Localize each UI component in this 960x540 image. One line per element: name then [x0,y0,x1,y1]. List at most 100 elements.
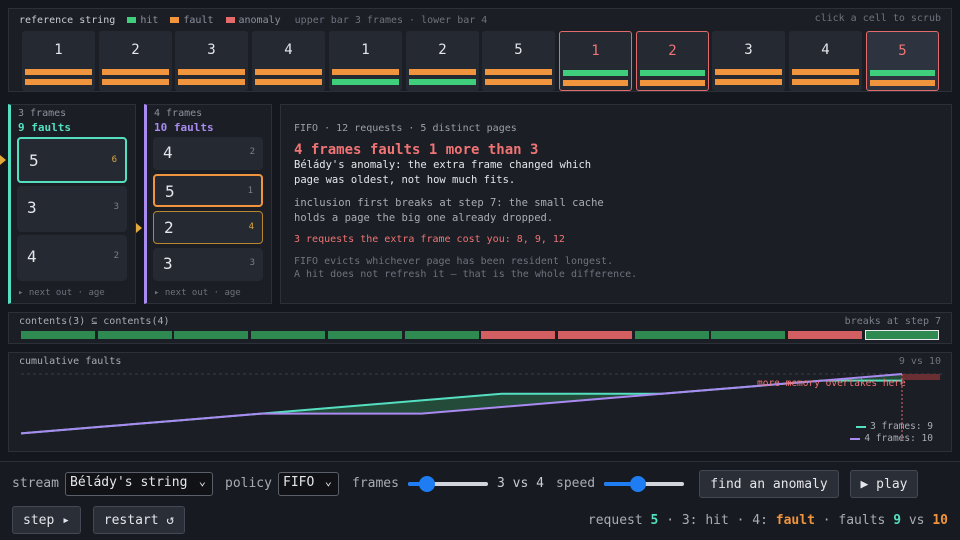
reference-cell-page: 2 [668,43,677,59]
explanation-title: 4 frames faults 1 more than 3 [294,142,539,158]
upper-result-bar [715,69,782,75]
policy-value: FIFO [283,475,315,490]
upper-result-bar [870,70,935,76]
frame-slot: 42 [17,235,127,281]
frames-value: 3 vs 4 [497,476,544,491]
lower-result-bar [792,79,859,85]
footnote-line-1: FIFO evicts whichever page has been resi… [294,256,614,267]
inclusion-step-holds [98,331,172,339]
frames-4-title: 4 frames [154,108,203,119]
frames-3-panel: 3 frames 9 faults 563342 ▸ next out · ag… [0,104,136,304]
legend-fault-label: fault [183,14,214,26]
reference-note: upper bar 3 frames · lower bar 4 [294,14,488,26]
explanation-meta: FIFO · 12 requests · 5 distinct pages [294,123,517,134]
status-four-prefix: 4: [752,513,768,528]
legend-fault: fault [170,14,214,26]
status-faults-prefix: faults [838,513,886,528]
restart-button[interactable]: restart ↺ [93,506,185,534]
reference-cells: 1 2 3 4 1 2 5 1 2 3 4 5 [22,31,941,91]
reference-cell-page: 2 [131,42,140,58]
footnote-line-2: A hit does not refresh it — that is the … [294,269,638,280]
speed-slider-knob[interactable] [630,476,646,492]
lower-result-bar [870,80,935,86]
upper-result-bar [409,69,476,75]
inclusion-step-holds [635,331,709,339]
frame-slot-age: 2 [113,251,119,261]
frame-slot-age: 2 [249,147,255,157]
reference-cell[interactable]: 5 [482,31,555,91]
frames-slider-knob[interactable] [419,476,435,492]
reference-cell[interactable]: 1 [22,31,95,91]
upper-result-bar [792,69,859,75]
reference-cell[interactable]: 2 [636,31,709,91]
find-anomaly-button[interactable]: find an anomaly [699,470,839,498]
reference-string-panel: reference string hit fault anomaly upper… [8,8,952,92]
upper-result-bar [255,69,322,75]
inclusion-step-holds [711,331,785,339]
anomaly-band [902,374,940,380]
inclusion-panel: contents(3) ⊆ contents(4) breaks at step… [8,312,952,344]
reference-cell[interactable]: 2 [406,31,479,91]
play-button[interactable]: ▶ play [850,470,918,498]
status-vs: vs [908,513,925,528]
explanation-panel: FIFO · 12 requests · 5 distinct pages 4 … [280,104,952,304]
frame-slot: 56 [17,137,127,183]
reference-cell[interactable]: 3 [175,31,248,91]
reference-title: reference string [19,14,116,26]
overtake-annotation: more memory overtakes here [757,378,906,389]
frame-slot-page: 2 [164,218,174,237]
frames-4-faults: 10 faults [154,121,214,134]
reference-cell[interactable]: 5 [866,31,939,91]
frames-4-panel: 4 frames 10 faults 42512433 ▸ next out ·… [136,104,272,304]
lower-result-bar [485,79,552,85]
speed-label: speed [556,476,596,491]
legend-4-label: 4 frames: 10 [864,433,933,444]
inclusion-step-breaks [865,330,939,340]
reference-cell[interactable]: 4 [252,31,325,91]
status-faults-3: 9 [893,513,902,528]
inclusion-step-breaks [481,331,555,339]
legend-4-frames: 4 frames: 10 [850,433,933,444]
chevron-down-icon: ⌄ [198,474,206,488]
frame-slot-age: 4 [248,222,254,232]
reference-cell[interactable]: 2 [99,31,172,91]
reference-cell[interactable]: 1 [329,31,402,91]
stream-select[interactable]: Bélády's string ⌄ [65,472,213,496]
frame-slot: 42 [153,137,263,170]
step-button[interactable]: step ▸ [12,506,81,534]
next-out-pointer-icon [136,222,142,233]
chevron-down-icon: ⌄ [324,474,332,488]
policy-select[interactable]: FIFO ⌄ [278,472,339,496]
reference-cell[interactable]: 1 [559,31,632,91]
upper-result-bar [563,70,628,76]
next-out-pointer-icon [0,155,6,165]
frames-slider[interactable] [408,476,488,492]
frames-3-footer: ▸ next out · age [18,288,105,298]
speed-slider[interactable] [604,476,684,492]
stream-value: Bélády's string [70,475,188,490]
frame-slot: 33 [153,248,263,281]
scrub-hint: click a cell to scrub [814,13,941,24]
status-three-result: 3: hit [681,513,729,528]
reference-cell-page: 4 [821,42,830,58]
cumulative-faults-panel: more memory overtakes here cumulative fa… [8,352,952,452]
reference-cell-page: 3 [207,42,216,58]
reference-cell[interactable]: 4 [789,31,862,91]
inclusion-label: contents(3) ⊆ contents(4) [19,316,170,327]
legend-3-swatch [856,425,867,428]
frame-slot-age: 3 [249,258,255,268]
frame-slot-page: 3 [163,254,173,273]
frame-slot-page: 3 [27,198,37,217]
frame-slot-age: 6 [111,155,117,165]
reference-cell-page: 4 [284,42,293,58]
control-bar: stream Bélády's string ⌄ policy FIFO ⌄ fra… [0,461,960,540]
status-page: 5 [650,513,659,528]
upper-result-bar [25,69,92,75]
cumulative-chart: more memory overtakes here [20,373,942,440]
hit-swatch [127,17,137,23]
reference-cell[interactable]: 3 [712,31,785,91]
frames-4-footer: ▸ next out · age [154,288,241,298]
upper-result-bar [102,69,169,75]
explanation-body: Bélády's anomaly: the extra frame change… [294,159,592,186]
inclusion-break-note: breaks at step 7 [844,316,941,327]
